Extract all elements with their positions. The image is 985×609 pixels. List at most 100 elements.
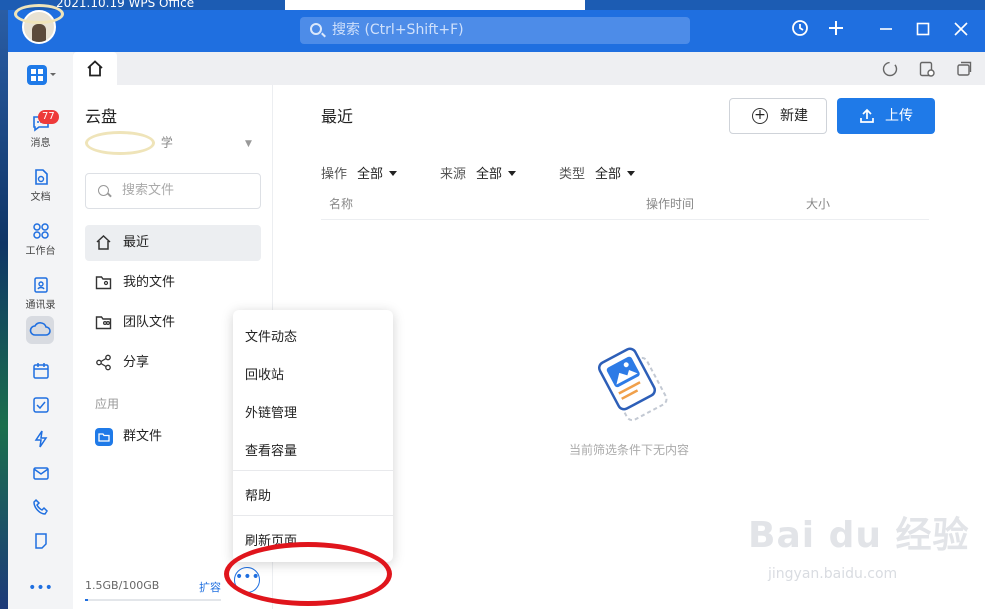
caret-down-icon (627, 171, 636, 176)
sidebar-item-label: 最近 (123, 235, 150, 250)
filter-value: 全部 (476, 167, 503, 182)
global-search-input[interactable]: 搜索 (Ctrl+Shift+F) (300, 17, 690, 44)
upload-button[interactable]: 上传 (837, 98, 935, 134)
expand-storage-link[interactable]: 扩容 (199, 579, 221, 595)
apps-grid-icon (26, 65, 56, 85)
phone-icon[interactable] (32, 498, 50, 516)
rail-item-contacts[interactable]: 通讯录 (8, 276, 73, 311)
filter-value: 全部 (357, 167, 384, 182)
background-window-title: 2021.10.19 WPS Office (56, 0, 195, 10)
upload-button-label: 上传 (885, 108, 913, 124)
filter-source[interactable]: 来源 全部 (440, 163, 517, 182)
header-divider (321, 219, 929, 220)
maximize-button[interactable] (911, 19, 935, 43)
mail-icon[interactable] (32, 464, 50, 482)
sidebar-title: 云盘 (85, 107, 118, 126)
rail-apps-menu[interactable] (8, 64, 73, 88)
menu-divider (233, 470, 393, 471)
new-button-label: 新建 (780, 108, 808, 124)
history-button[interactable] (788, 19, 812, 43)
title-bar: 搜索 (Ctrl+Shift+F) (8, 10, 985, 52)
rail-label-workbench: 工作台 (25, 246, 56, 257)
red-annotation-circle (224, 542, 392, 606)
menu-divider (233, 515, 393, 516)
empty-state-image-icon (597, 347, 668, 422)
plus-icon (829, 21, 843, 35)
screen: 2021.10.19 WPS Office 搜索 (Ctrl+Shift+F) (0, 0, 985, 609)
sticky-note-icon[interactable] (32, 532, 50, 550)
caret-down-icon: ▼ (245, 139, 252, 149)
task-check-icon[interactable] (32, 396, 50, 414)
file-search-placeholder: 搜索文件 (122, 183, 175, 198)
filter-type[interactable]: 类型 全部 (559, 163, 636, 182)
baidu-watermark: Bai du 经验 (748, 515, 970, 556)
rail-item-workbench[interactable]: 工作台 (8, 222, 73, 257)
rail-more-icon[interactable]: ••• (8, 580, 73, 596)
sidebar-item-label: 群文件 (123, 429, 163, 444)
filter-label: 类型 (559, 167, 586, 182)
apps-group-label: 应用 (95, 397, 120, 411)
history-icon (792, 20, 808, 36)
rail-item-docs[interactable]: 文档 (8, 168, 73, 203)
rail-item-messages[interactable]: 77 消息 (8, 110, 73, 149)
tab-bar (73, 52, 985, 85)
menu-item-help[interactable]: 帮助 (245, 485, 271, 504)
file-search-input[interactable]: 搜索文件 (85, 173, 261, 209)
sidebar-item-label: 我的文件 (123, 275, 176, 290)
minimize-icon (880, 28, 892, 30)
unread-badge: 77 (38, 110, 59, 124)
contacts-icon (33, 277, 48, 293)
cloud-icon (29, 322, 51, 336)
storage-quota-bar (85, 599, 221, 601)
tab-home[interactable] (73, 52, 117, 85)
org-selector[interactable]: 学 ▼ (85, 131, 252, 155)
document-icon (34, 169, 48, 185)
global-search-placeholder: 搜索 (Ctrl+Shift+F) (332, 22, 464, 38)
menu-item-recycle-bin[interactable]: 回收站 (245, 364, 284, 383)
group-files-icon (95, 428, 113, 446)
app-rail: 77 消息 文档 工作台 通讯录 ••• (8, 52, 73, 609)
calendar-icon[interactable] (32, 362, 50, 380)
caret-down-icon (389, 171, 398, 176)
add-button[interactable] (824, 19, 848, 43)
share-icon (96, 354, 111, 371)
close-icon (954, 22, 968, 36)
rail-item-cloud-drive[interactable] (26, 316, 54, 344)
close-button[interactable] (949, 19, 973, 43)
menu-item-view-capacity[interactable]: 查看容量 (245, 440, 297, 459)
sidebar-item-my-files[interactable]: 我的文件 (85, 265, 261, 301)
plus-circle-icon: + (752, 108, 768, 124)
rail-label-docs: 文档 (30, 192, 51, 203)
column-header-size[interactable]: 大小 (806, 195, 830, 212)
highlight-oval (14, 4, 64, 24)
window-icon[interactable] (955, 60, 973, 78)
filter-value: 全部 (595, 167, 622, 182)
menu-item-file-activity[interactable]: 文件动态 (245, 326, 297, 345)
filter-operation[interactable]: 操作 全部 (321, 163, 398, 182)
sync-icon[interactable] (881, 60, 899, 78)
home-icon (96, 234, 111, 250)
maximize-icon (916, 22, 930, 36)
filter-label: 来源 (440, 167, 467, 182)
search-icon (310, 23, 322, 35)
column-header-name[interactable]: 名称 (329, 195, 353, 212)
menu-item-link-management[interactable]: 外链管理 (245, 402, 297, 421)
minimize-button[interactable] (874, 19, 898, 43)
lightning-icon[interactable] (32, 430, 50, 448)
page-title: 最近 (321, 107, 354, 126)
more-options-menu: 文件动态 回收站 外链管理 查看容量 帮助 刷新页面 (233, 310, 393, 562)
column-header-time[interactable]: 操作时间 (646, 195, 694, 212)
storage-quota-text: 1.5GB/100GB (85, 579, 160, 592)
org-name-redacted (85, 131, 155, 155)
rail-label-messages: 消息 (30, 138, 51, 149)
search-icon (98, 185, 109, 196)
folder-user-icon (95, 276, 112, 290)
home-icon (87, 60, 103, 77)
new-button[interactable]: + 新建 (729, 98, 827, 134)
org-name-suffix: 学 (160, 135, 173, 150)
baidu-watermark-url: jingyan.baidu.com (768, 566, 898, 582)
sidebar-item-recent[interactable]: 最近 (85, 225, 261, 261)
sidebar-item-label: 团队文件 (123, 315, 176, 330)
caret-down-icon (508, 171, 517, 176)
device-icon[interactable] (918, 60, 936, 78)
